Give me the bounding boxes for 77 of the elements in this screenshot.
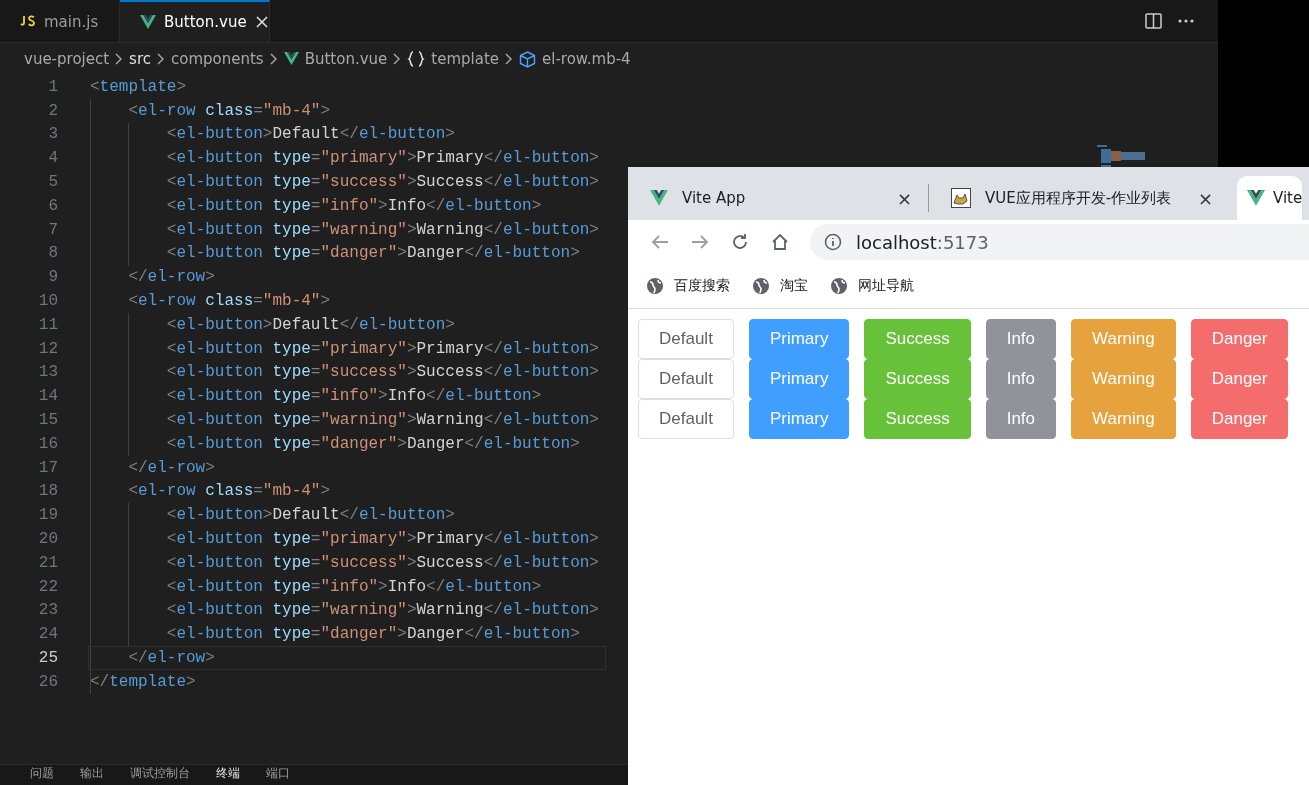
panel-tab[interactable]: 问题	[30, 765, 54, 781]
line-number: 7	[47, 220, 58, 239]
code-line: <el-button type="warning">Warning</el-button>	[165, 220, 599, 239]
code-line: <template>	[90, 77, 187, 96]
code-line: </el-row>	[127, 268, 215, 287]
bookmark[interactable]: 百度搜索	[674, 277, 730, 295]
demo-button[interactable]: Default	[638, 399, 734, 439]
code-line: <el-row class="mb-4">	[127, 482, 331, 501]
demo-button[interactable]: Default	[638, 319, 734, 359]
line-number: 25	[37, 649, 58, 667]
line-number: 16	[37, 434, 58, 453]
code-line: <el-button type="primary">Primary</el-button>	[165, 530, 599, 549]
panel-tab[interactable]: 端口	[266, 765, 290, 781]
code-line: </el-row>	[127, 458, 215, 477]
line-number: 13	[37, 363, 58, 382]
demo-button[interactable]: Default	[638, 359, 734, 399]
code-line: <el-button type="info">Info</el-button>	[165, 387, 542, 406]
code-line: <el-button type="success">Success</el-button>	[165, 173, 599, 192]
browser-tab[interactable]: Vite	[1237, 176, 1303, 220]
code-line: <el-button type="info">Info</el-button>	[165, 577, 542, 596]
code-line: <el-button type="warning">Warning</el-button>	[165, 411, 599, 430]
breadcrumb-item[interactable]: vue-project	[24, 50, 110, 68]
code-line: <el-button>Default</el-button>	[165, 125, 455, 144]
breadcrumb-item[interactable]: src	[129, 50, 151, 68]
line-number: 1	[47, 77, 58, 96]
line-number: 4	[47, 149, 58, 168]
line-number: 20	[37, 530, 58, 549]
breadcrumb-item[interactable]: Button.vue	[304, 50, 388, 68]
address-bar[interactable]: localhost:5173	[810, 224, 1309, 260]
browser-tab[interactable]: VUE应用程序开发-作业列表 ×	[929, 176, 1229, 220]
bookmark[interactable]: 淘宝	[780, 277, 808, 295]
line-number: 9	[47, 268, 58, 287]
bookmark[interactable]: 网址导航	[858, 277, 914, 295]
line-number: 2	[47, 101, 58, 120]
breadcrumb-item[interactable]: el-row.mb-4	[542, 50, 631, 68]
close-button[interactable]: ×	[1197, 187, 1213, 209]
line-number: 22	[37, 577, 58, 596]
code-line: <el-button type="info">Info</el-button>	[165, 196, 542, 215]
line-number: 23	[37, 601, 58, 620]
line-number: 17	[37, 458, 58, 477]
line-number: 12	[37, 339, 58, 358]
code-line: <el-row class="mb-4">	[127, 292, 331, 311]
code-line: <el-button type="danger">Danger</el-button>	[165, 244, 580, 263]
breadcrumb-item[interactable]: template	[431, 50, 500, 68]
code-line: <el-button type="primary">Primary</el-button>	[165, 339, 599, 358]
code-line: <el-button>Default</el-button>	[165, 506, 455, 525]
code-line: <el-button type="danger">Danger</el-button>	[165, 625, 580, 644]
line-number: 10	[37, 292, 58, 311]
code-line: <el-button type="success">Success</el-button>	[165, 553, 599, 572]
line-number: 18	[37, 482, 58, 501]
line-number: 6	[47, 196, 58, 215]
editor-tab[interactable]: Button.vue	[120, 0, 270, 42]
line-number: 15	[37, 411, 58, 430]
code-line: <el-button type="success">Success</el-button>	[165, 363, 599, 382]
panel-tab[interactable]: 调试控制台	[130, 765, 190, 781]
code-line: <el-button>Default</el-button>	[165, 315, 455, 334]
close-button[interactable]: ×	[896, 187, 912, 209]
line-number: 21	[37, 553, 58, 572]
line-number: 8	[47, 244, 58, 263]
code-line: <el-button type="warning">Warning</el-button>	[165, 601, 599, 620]
line-number: 11	[37, 315, 58, 334]
code-line: </el-row>	[127, 649, 215, 667]
code-line: <el-row class="mb-4">	[127, 101, 331, 120]
browser-tab[interactable]: Vite App ×	[628, 176, 928, 220]
panel-tab[interactable]: 终端	[216, 765, 240, 781]
code-line: <el-button type="primary">Primary</el-button>	[165, 149, 599, 168]
line-number: 3	[47, 125, 58, 144]
line-number: 14	[37, 387, 58, 406]
line-number: 24	[37, 625, 58, 644]
panel-tab[interactable]: 输出	[80, 765, 104, 781]
line-number: 5	[47, 173, 58, 192]
line-number: 26	[37, 672, 58, 691]
breadcrumb-item[interactable]: components	[171, 50, 264, 68]
url-text: localhost:5173	[856, 231, 989, 253]
code-line: </template>	[90, 672, 196, 691]
line-number: 19	[37, 506, 58, 525]
code-line: <el-button type="danger">Danger</el-button>	[165, 434, 580, 453]
